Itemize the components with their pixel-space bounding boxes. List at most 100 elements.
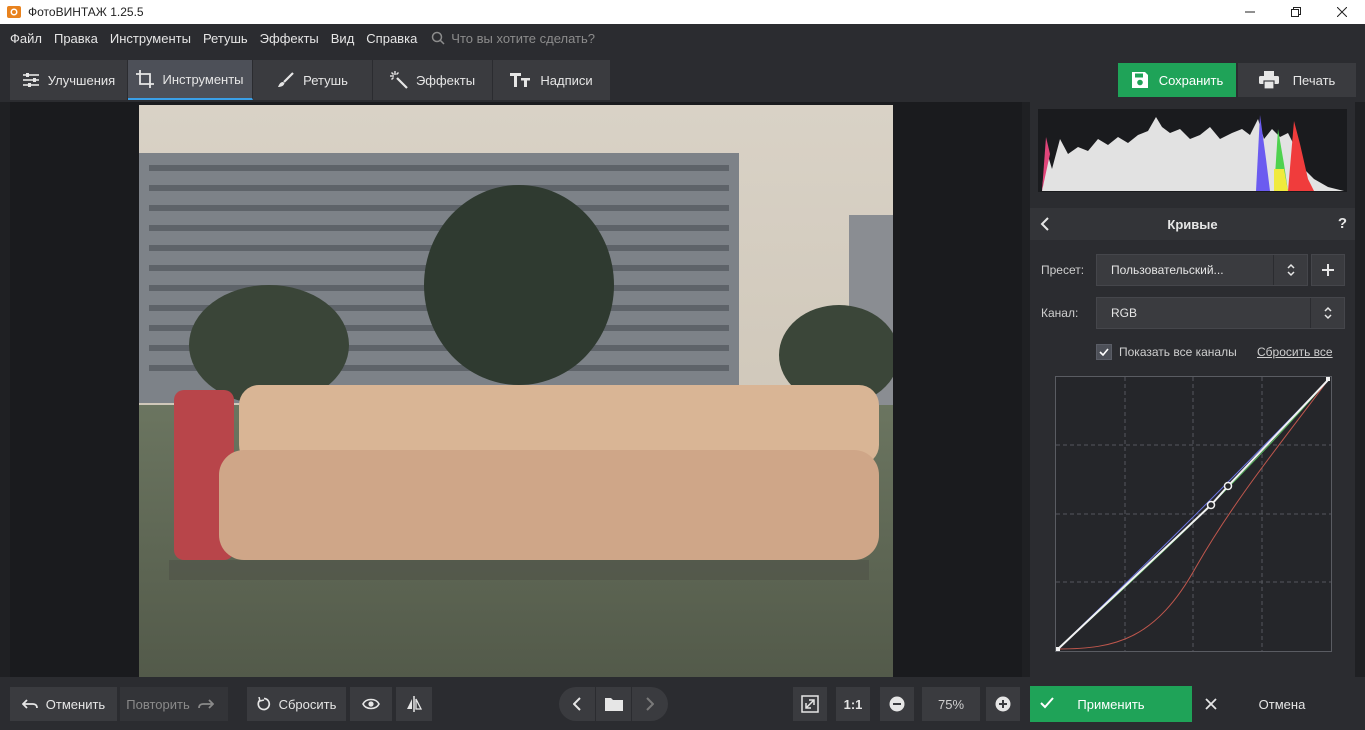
eye-icon [362, 698, 380, 710]
preset-label: Пресет: [1041, 263, 1085, 277]
show-all-channels-label: Показать все каналы [1119, 345, 1237, 359]
chevron-left-icon [573, 697, 581, 711]
back-chevron-icon[interactable] [1040, 216, 1050, 232]
redo-button[interactable]: Повторить [120, 687, 228, 721]
reset-all-link[interactable]: Сбросить все [1257, 345, 1333, 359]
next-photo-button[interactable] [632, 687, 668, 721]
apply-button[interactable]: Применить [1030, 686, 1192, 722]
menu-bar: Файл Правка Инструменты Ретушь Эффекты В… [0, 24, 1365, 52]
cancel-button[interactable]: Отмена [1193, 686, 1355, 722]
curve-point[interactable] [1223, 481, 1233, 491]
print-button[interactable]: Печать [1238, 63, 1356, 97]
tab-retouch[interactable]: Ретушь [253, 60, 373, 100]
add-preset-button[interactable] [1311, 254, 1345, 286]
undo-label: Отменить [45, 696, 106, 712]
curves-header: Кривые ? [1030, 208, 1355, 240]
window-title: ФотоВИНТАЖ 1.25.5 [28, 5, 144, 19]
chevron-right-icon [646, 697, 654, 711]
menu-tools[interactable]: Инструменты [110, 31, 191, 46]
menu-effects[interactable]: Эффекты [260, 31, 319, 46]
panel-title: Кривые [1167, 216, 1218, 232]
previous-photo-button[interactable] [559, 687, 595, 721]
restore-icon [1291, 7, 1301, 17]
print-label: Печать [1292, 72, 1336, 88]
preset-select[interactable]: Пользовательский... [1096, 254, 1308, 286]
save-icon [1131, 72, 1148, 88]
tab-label: Надписи [540, 72, 593, 88]
menu-retouch[interactable]: Ретушь [203, 31, 248, 46]
menu-help[interactable]: Справка [366, 31, 417, 46]
save-button[interactable]: Сохранить [1118, 63, 1236, 97]
zoom-in-icon [995, 696, 1011, 712]
tab-effects[interactable]: Эффекты [373, 60, 493, 100]
zoom-value: 75% [937, 696, 965, 712]
undo-icon [21, 699, 38, 709]
reset-icon [257, 697, 270, 711]
app-logo-icon [7, 6, 21, 18]
title-bar: ФотоВИНТАЖ 1.25.5 [0, 0, 1365, 24]
fit-screen-icon [801, 695, 819, 713]
tab-captions[interactable]: Надписи [493, 60, 611, 100]
close-window-button[interactable] [1319, 0, 1365, 24]
channel-select[interactable]: RGB [1096, 297, 1345, 329]
zoom-out-button[interactable] [880, 687, 914, 721]
minimize-button[interactable] [1227, 0, 1273, 24]
brush-icon [278, 72, 294, 87]
folder-icon [604, 698, 623, 711]
search-placeholder: Что вы хотите сделать? [451, 30, 596, 46]
reset-label: Сбросить [278, 696, 337, 712]
checkbox[interactable] [1096, 344, 1112, 360]
plus-icon [1322, 264, 1334, 276]
show-all-channels-checkbox[interactable]: Показать все каналы [1096, 344, 1237, 360]
close-icon [1337, 7, 1347, 17]
text-icon [510, 73, 531, 87]
tab-tools[interactable]: Инструменты [128, 60, 253, 100]
crop-icon [136, 70, 155, 88]
tab-label: Инструменты [162, 71, 244, 87]
zoom-value-field[interactable]: 75% [922, 687, 980, 721]
maximize-button[interactable] [1273, 0, 1319, 24]
menu-file[interactable]: Файл [10, 31, 42, 46]
photo-image [139, 105, 893, 677]
open-folder-button[interactable] [595, 687, 632, 721]
reset-button[interactable]: Сбросить [247, 687, 346, 721]
magic-wand-icon [389, 71, 408, 89]
preset-value: Пользовательский... [1111, 263, 1224, 277]
printer-icon [1258, 71, 1279, 89]
undo-button[interactable]: Отменить [10, 687, 117, 721]
sliders-icon [22, 73, 39, 87]
menu-search[interactable]: Что вы хотите сделать? [431, 31, 595, 46]
save-label: Сохранить [1158, 72, 1224, 88]
preview-toggle-button[interactable] [350, 687, 392, 721]
actual-size-label: 1:1 [843, 696, 863, 712]
cancel-label: Отмена [1258, 696, 1306, 712]
redo-label: Повторить [126, 696, 190, 712]
checkmark-icon [1099, 348, 1109, 356]
compare-button[interactable] [396, 687, 432, 721]
menu-edit[interactable]: Правка [54, 31, 98, 46]
menu-view[interactable]: Вид [331, 31, 355, 46]
zoom-in-button[interactable] [986, 687, 1020, 721]
zoom-out-icon [889, 696, 905, 712]
search-icon [432, 31, 445, 45]
tab-label: Ретушь [303, 72, 348, 88]
curves-graph[interactable] [1055, 376, 1332, 652]
fit-to-screen-button[interactable] [793, 687, 827, 721]
curve-endpoint[interactable] [1056, 647, 1060, 651]
close-icon [1205, 698, 1217, 710]
minimize-icon [1245, 11, 1255, 13]
tab-label: Улучшения [47, 72, 116, 88]
apply-label: Применить [1077, 696, 1145, 712]
tab-enhancements[interactable]: Улучшения [10, 60, 128, 100]
actual-size-button[interactable]: 1:1 [836, 687, 870, 721]
channel-label: Канал: [1041, 306, 1079, 320]
photo-navigation [559, 687, 668, 721]
help-button[interactable]: ? [1338, 215, 1347, 232]
compare-icon [407, 696, 422, 712]
histogram [1038, 109, 1347, 192]
curve-endpoint[interactable] [1326, 377, 1330, 381]
updown-arrows-icon [1286, 263, 1295, 277]
curve-point[interactable] [1206, 500, 1216, 510]
channel-value: RGB [1111, 306, 1138, 320]
updown-arrows-icon [1323, 306, 1332, 320]
